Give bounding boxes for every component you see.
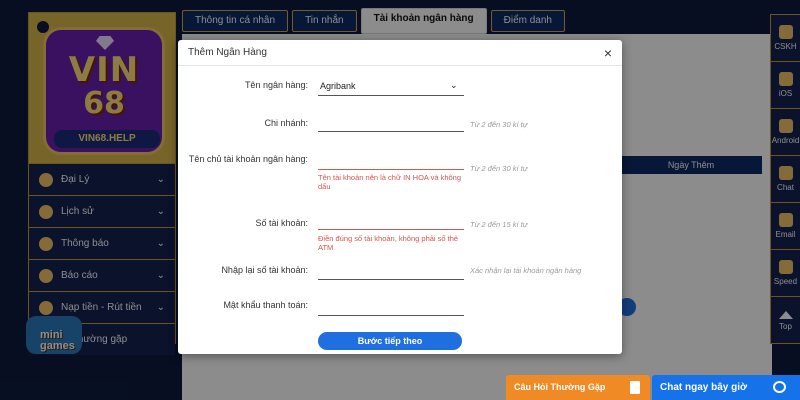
holder-error: Tên tài khoản nên là chữ IN HOA và không… bbox=[318, 173, 462, 191]
faq-widget[interactable]: Câu Hỏi Thường Gặp bbox=[506, 375, 650, 400]
faq-label: Câu Hỏi Thường Gặp bbox=[514, 382, 606, 392]
account-confirm-label: Nhập lại số tài khoản: bbox=[221, 265, 308, 275]
chat-label: Chat ngay bây giờ bbox=[660, 382, 748, 393]
account-number-input[interactable] bbox=[318, 212, 464, 230]
modal-header: Thêm Ngân Hàng × bbox=[178, 40, 622, 66]
branch-input[interactable] bbox=[318, 114, 464, 132]
document-icon bbox=[630, 381, 640, 394]
account-number-label: Số tài khoản: bbox=[255, 218, 308, 228]
live-chat-widget[interactable]: Chat ngay bây giờ bbox=[652, 375, 800, 400]
add-bank-modal: Thêm Ngân Hàng × Tên ngân hàng: Agribank… bbox=[178, 40, 622, 354]
account-number-error: Điền đúng số tài khoản, không phải số th… bbox=[318, 234, 459, 252]
account-number-hint: Từ 2 đến 15 kí tự bbox=[470, 220, 528, 229]
holder-hint: Từ 2 đến 30 kí tự bbox=[470, 164, 528, 173]
chat-bubble-icon bbox=[773, 381, 786, 393]
next-step-button[interactable]: Bước tiếp theo bbox=[318, 332, 462, 350]
bank-name-label: Tên ngân hàng: bbox=[244, 80, 308, 90]
modal-title: Thêm Ngân Hàng bbox=[188, 47, 267, 58]
payment-password-input[interactable] bbox=[318, 298, 464, 316]
account-confirm-input[interactable] bbox=[318, 262, 464, 280]
password-label: Mật khẩu thanh toán: bbox=[223, 300, 308, 310]
account-confirm-hint: Xác nhận lại tài khoản ngân hàng bbox=[470, 266, 582, 275]
holder-label: Tên chủ tài khoản ngân hàng: bbox=[188, 154, 308, 164]
holder-input[interactable] bbox=[318, 152, 464, 170]
bank-name-select[interactable] bbox=[318, 78, 464, 96]
branch-hint: Từ 2 đến 30 kí tự bbox=[470, 120, 528, 129]
close-icon[interactable]: × bbox=[604, 46, 612, 60]
branch-label: Chi nhánh: bbox=[264, 118, 308, 128]
